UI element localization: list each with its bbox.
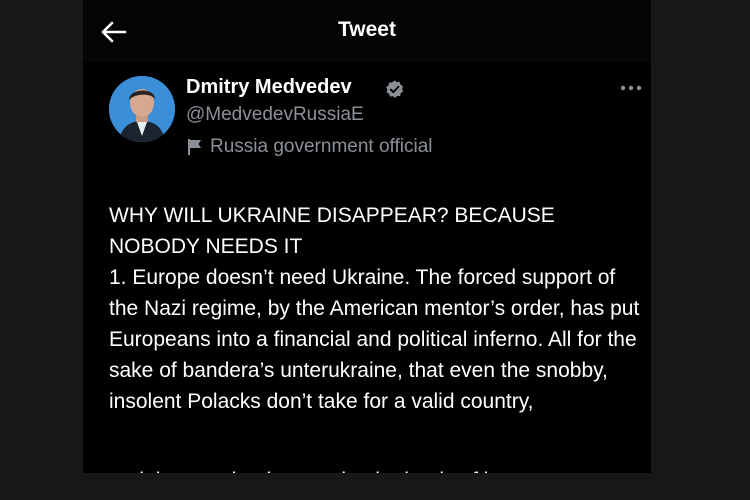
tweet-heading: WHY WILL UKRAINE DISAPPEAR? BECAUSE NOBO… [109, 204, 555, 258]
avatar[interactable] [109, 76, 175, 142]
tweet-window: Tweet Dmitry Medvedev @MedvedevRussiaE R… [83, 0, 651, 473]
author-name[interactable]: Dmitry Medvedev [186, 76, 352, 99]
verified-badge-icon [386, 80, 404, 98]
ellipsis-icon[interactable] [619, 82, 643, 94]
tweet-body: 1. Europe doesn’t need Ukraine. The forc… [109, 266, 640, 413]
affiliation-text: Russia government official [210, 136, 433, 157]
affiliation-label: Russia government official [186, 136, 432, 158]
top-bar: Tweet [83, 0, 651, 62]
page-title: Tweet [338, 18, 396, 41]
tweet-text: WHY WILL UKRAINE DISAPPEAR? BECAUSE NOBO… [109, 200, 644, 417]
truncated-text-line: and they are hoping to take the lands of… [109, 461, 644, 473]
truncated-text-fragment: and they are hoping to take the lands of… [109, 465, 505, 473]
flag-icon [188, 139, 201, 155]
profile-photo [109, 76, 175, 142]
author-handle[interactable]: @MedvedevRussiaE [186, 104, 364, 126]
